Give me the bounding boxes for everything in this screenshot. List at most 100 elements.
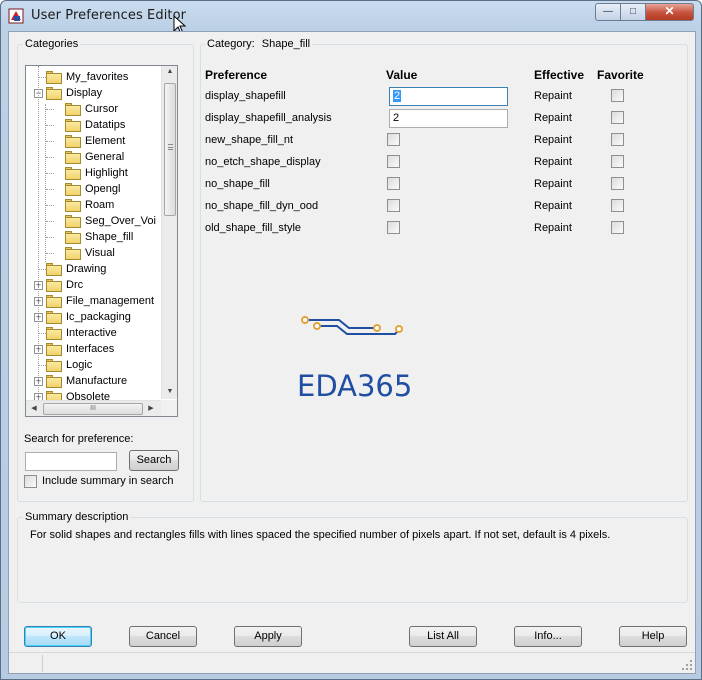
summary-text: For solid shapes and rectangles fills wi… <box>30 529 611 541</box>
scroll-right-arrow-icon[interactable]: ▶ <box>143 404 159 412</box>
tree-connector <box>38 365 46 366</box>
favorite-checkbox[interactable] <box>611 155 624 168</box>
tree-connector <box>38 77 46 78</box>
tree-item[interactable]: − Display <box>34 85 161 101</box>
scroll-down-arrow-icon[interactable]: ▼ <box>162 388 177 395</box>
tree-horizontal-scrollbar[interactable]: ◀ III ▶ <box>26 400 161 416</box>
folder-icon <box>46 375 62 388</box>
folder-icon <box>65 167 81 180</box>
preference-name: no_shape_fill <box>205 178 270 190</box>
tree-item[interactable]: Highlight <box>46 165 161 181</box>
close-button[interactable]: ✕ <box>645 3 694 21</box>
circuit-trace-icon <box>301 316 403 335</box>
tree-item-label: Visual <box>85 247 115 259</box>
preference-effective: Repaint <box>534 200 572 212</box>
preference-effective: Repaint <box>534 90 572 102</box>
tree-item-label: Opengl <box>85 183 121 195</box>
tree-connector <box>46 253 54 254</box>
status-bar <box>9 652 695 673</box>
tree-item[interactable]: Element <box>46 133 161 149</box>
tree-item[interactable]: Datatips <box>46 117 161 133</box>
tree-connector <box>46 205 54 206</box>
preference-value-checkbox[interactable] <box>387 155 400 168</box>
tree-item[interactable]: Shape_fill <box>46 229 161 245</box>
tree-vertical-scroll-thumb[interactable] <box>164 83 176 216</box>
logo-text: EDA365 <box>297 369 413 403</box>
preference-value-checkbox[interactable] <box>387 133 400 146</box>
tree-item-label: Drawing <box>66 263 107 275</box>
scroll-up-arrow-icon[interactable]: ▲ <box>162 68 177 75</box>
tree-vertical-scrollbar[interactable]: ▲ ▼ <box>161 66 177 399</box>
resize-grip-icon[interactable] <box>681 659 693 671</box>
ok-button[interactable]: OK <box>24 626 92 647</box>
search-input[interactable] <box>25 452 117 471</box>
title-bar[interactable]: User Preferences Editor — □ ✕ <box>1 1 701 35</box>
category-prefix: Category: <box>207 38 255 50</box>
tree-item[interactable]: + Interfaces <box>34 341 161 357</box>
tree-item[interactable]: Interactive <box>34 325 161 341</box>
status-separator <box>42 655 43 672</box>
favorite-checkbox[interactable] <box>611 221 624 234</box>
tree-item[interactable]: Cursor <box>46 101 161 117</box>
apply-button[interactable]: Apply <box>234 626 302 647</box>
maximize-button[interactable]: □ <box>620 3 646 21</box>
tree-item-label: Manufacture <box>66 375 128 387</box>
preference-value-checkbox[interactable] <box>387 221 400 234</box>
include-summary-label: Include summary in search <box>42 475 174 487</box>
category-tree[interactable]: My_favorites − Display Cursor Datatips Elemen… <box>25 65 178 417</box>
preference-name: old_shape_fill_style <box>205 222 302 234</box>
favorite-checkbox[interactable] <box>611 199 624 212</box>
tree-item[interactable]: Roam <box>46 197 161 213</box>
folder-icon <box>65 119 81 132</box>
tree-item-label: Drc <box>66 279 84 291</box>
tree-horizontal-scroll-thumb[interactable]: III <box>43 403 143 415</box>
preference-name: display_shapefill <box>205 90 286 102</box>
favorite-column-header: Favorite <box>597 68 644 82</box>
search-button[interactable]: Search <box>129 450 179 471</box>
preference-value-input[interactable]: 2 <box>389 109 508 128</box>
favorite-checkbox[interactable] <box>611 133 624 146</box>
preference-value-checkbox[interactable] <box>387 177 400 190</box>
tree-item[interactable]: Logic <box>34 357 161 373</box>
preference-value-checkbox[interactable] <box>387 199 400 212</box>
info-button[interactable]: Info... <box>514 626 582 647</box>
include-summary-checkbox[interactable] <box>24 475 37 488</box>
tree-item-label: Ic_packaging <box>66 311 131 323</box>
category-heading: Category: Shape_fill <box>205 38 313 50</box>
tree-item[interactable]: Seg_Over_Voi <box>46 213 161 229</box>
tree-item-label: Seg_Over_Voi <box>85 215 156 227</box>
preference-effective: Repaint <box>534 112 572 124</box>
app-window: User Preferences Editor — □ ✕ Categories… <box>0 0 702 680</box>
favorite-checkbox[interactable] <box>611 177 624 190</box>
favorite-checkbox[interactable] <box>611 111 624 124</box>
dialog-client-area: Categories My_favorites − Display Cursor Dat… <box>8 31 696 674</box>
tree-connector <box>46 157 54 158</box>
value-column-header: Value <box>386 68 418 82</box>
preference-name: no_etch_shape_display <box>205 156 321 168</box>
category-name: Shape_fill <box>261 38 311 50</box>
help-button[interactable]: Help <box>619 626 687 647</box>
tree-connector <box>46 221 54 222</box>
tree-item[interactable]: General <box>46 149 161 165</box>
tree-connector <box>46 141 54 142</box>
tree-connector <box>46 189 54 190</box>
tree-item[interactable]: + Manufacture <box>34 373 161 389</box>
categories-label: Categories <box>23 38 81 50</box>
preference-name: new_shape_fill_nt <box>205 134 294 146</box>
scroll-left-arrow-icon[interactable]: ◀ <box>26 404 42 412</box>
tree-item[interactable]: + File_management <box>34 293 161 309</box>
summary-label: Summary description <box>23 511 131 523</box>
list-all-button[interactable]: List All <box>409 626 477 647</box>
minimize-button[interactable]: — <box>595 3 621 21</box>
preference-value-input[interactable]: 2 <box>389 87 508 106</box>
tree-item-label: File_management <box>66 295 155 307</box>
tree-item[interactable]: Opengl <box>46 181 161 197</box>
folder-icon <box>65 151 81 164</box>
tree-item[interactable]: My_favorites <box>34 69 161 85</box>
tree-item[interactable]: Drawing <box>34 261 161 277</box>
cancel-button[interactable]: Cancel <box>129 626 197 647</box>
favorite-checkbox[interactable] <box>611 89 624 102</box>
tree-item[interactable]: + Drc <box>34 277 161 293</box>
tree-item[interactable]: Visual <box>46 245 161 261</box>
tree-item[interactable]: + Ic_packaging <box>34 309 161 325</box>
